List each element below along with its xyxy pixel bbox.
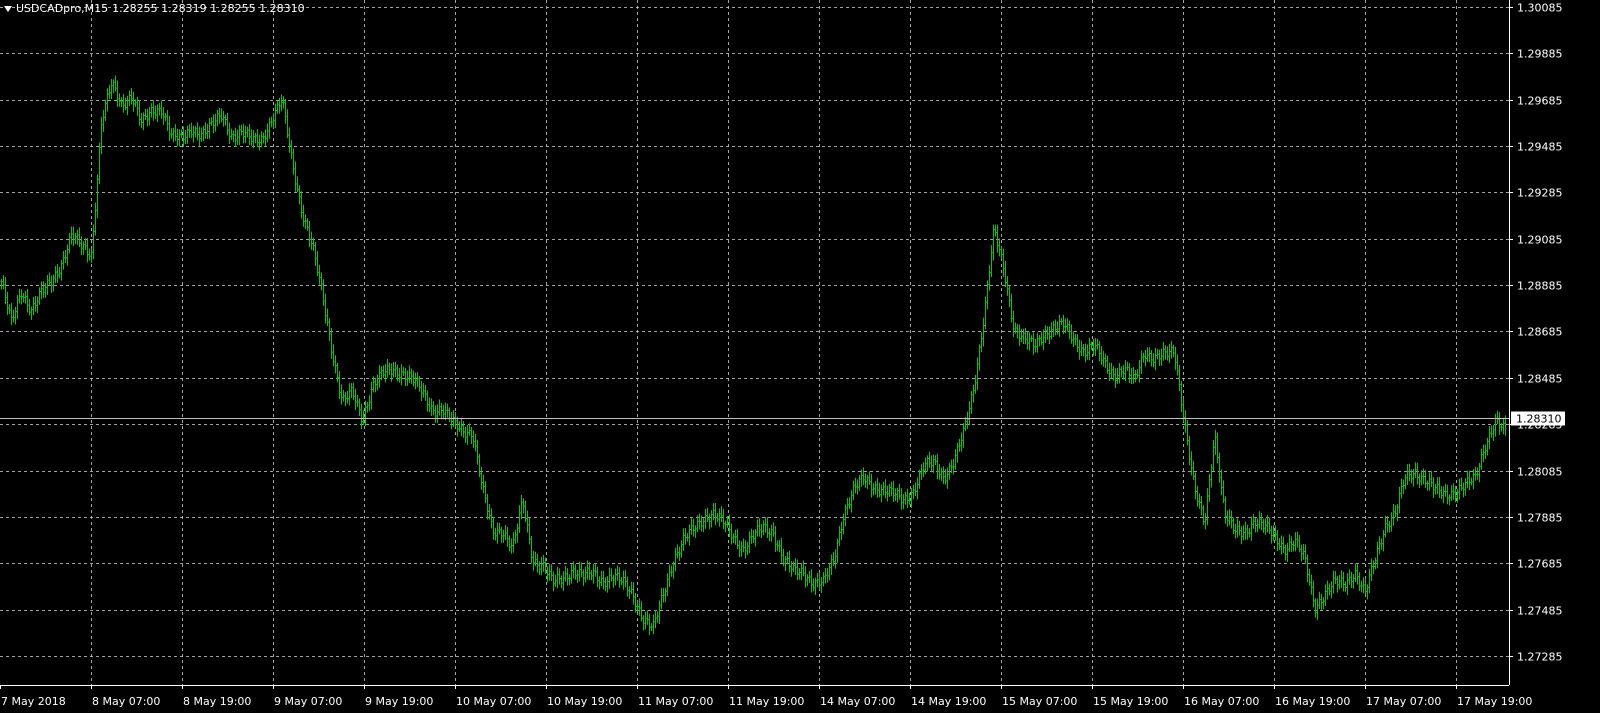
x-tick-label: 9 May 07:00 — [274, 695, 342, 708]
x-tick-label: 14 May 19:00 — [911, 695, 986, 708]
y-tick-label: 1.27485 — [1517, 605, 1563, 618]
y-tick-label: 1.29685 — [1517, 95, 1563, 108]
y-tick-label: 1.27685 — [1517, 558, 1563, 571]
current-price-label: 1.28310 — [1516, 413, 1562, 426]
x-tick-label: 10 May 07:00 — [456, 695, 531, 708]
x-tick-label: 10 May 19:00 — [547, 695, 622, 708]
chart-background — [0, 0, 1600, 713]
x-tick-label: 9 May 19:00 — [365, 695, 433, 708]
x-tick-label: 7 May 2018 — [1, 695, 66, 708]
y-tick-label: 1.30085 — [1517, 2, 1563, 15]
y-tick-label: 1.27885 — [1517, 512, 1563, 525]
x-tick-label: 16 May 07:00 — [1184, 695, 1259, 708]
y-tick-label: 1.27285 — [1517, 651, 1563, 664]
y-tick-label: 1.28085 — [1517, 466, 1563, 479]
y-tick-label: 1.28485 — [1517, 373, 1563, 386]
y-tick-label: 1.29085 — [1517, 234, 1563, 247]
x-tick-label: 15 May 07:00 — [1002, 695, 1077, 708]
x-tick-label: 8 May 19:00 — [183, 695, 251, 708]
chart-header: USDCADpro,M15 1.28255 1.28319 1.28255 1.… — [4, 2, 305, 15]
x-tick-label: 17 May 07:00 — [1366, 695, 1441, 708]
x-tick-label: 14 May 07:00 — [820, 695, 895, 708]
y-tick-label: 1.28885 — [1517, 280, 1563, 293]
ohlc-values: 1.28255 1.28319 1.28255 1.28310 — [112, 2, 305, 15]
x-tick-label: 16 May 19:00 — [1275, 695, 1350, 708]
y-tick-label: 1.29885 — [1517, 48, 1563, 61]
caret-down-icon[interactable] — [4, 5, 12, 12]
price-chart[interactable]: 1.30085 1.29885 1.29685 1.29485 1.29285 1.290… — [0, 0, 1600, 713]
y-tick-label: 1.29485 — [1517, 141, 1563, 154]
x-tick-label: 11 May 07:00 — [638, 695, 713, 708]
y-tick-label: 1.28685 — [1517, 326, 1563, 339]
x-tick-label: 15 May 19:00 — [1093, 695, 1168, 708]
x-tick-label: 8 May 07:00 — [92, 695, 160, 708]
symbol-label: USDCADpro,M15 — [16, 2, 109, 15]
x-tick-label: 11 May 19:00 — [729, 695, 804, 708]
x-tick-label: 17 May 19:00 — [1457, 695, 1532, 708]
y-tick-label: 1.29285 — [1517, 187, 1563, 200]
